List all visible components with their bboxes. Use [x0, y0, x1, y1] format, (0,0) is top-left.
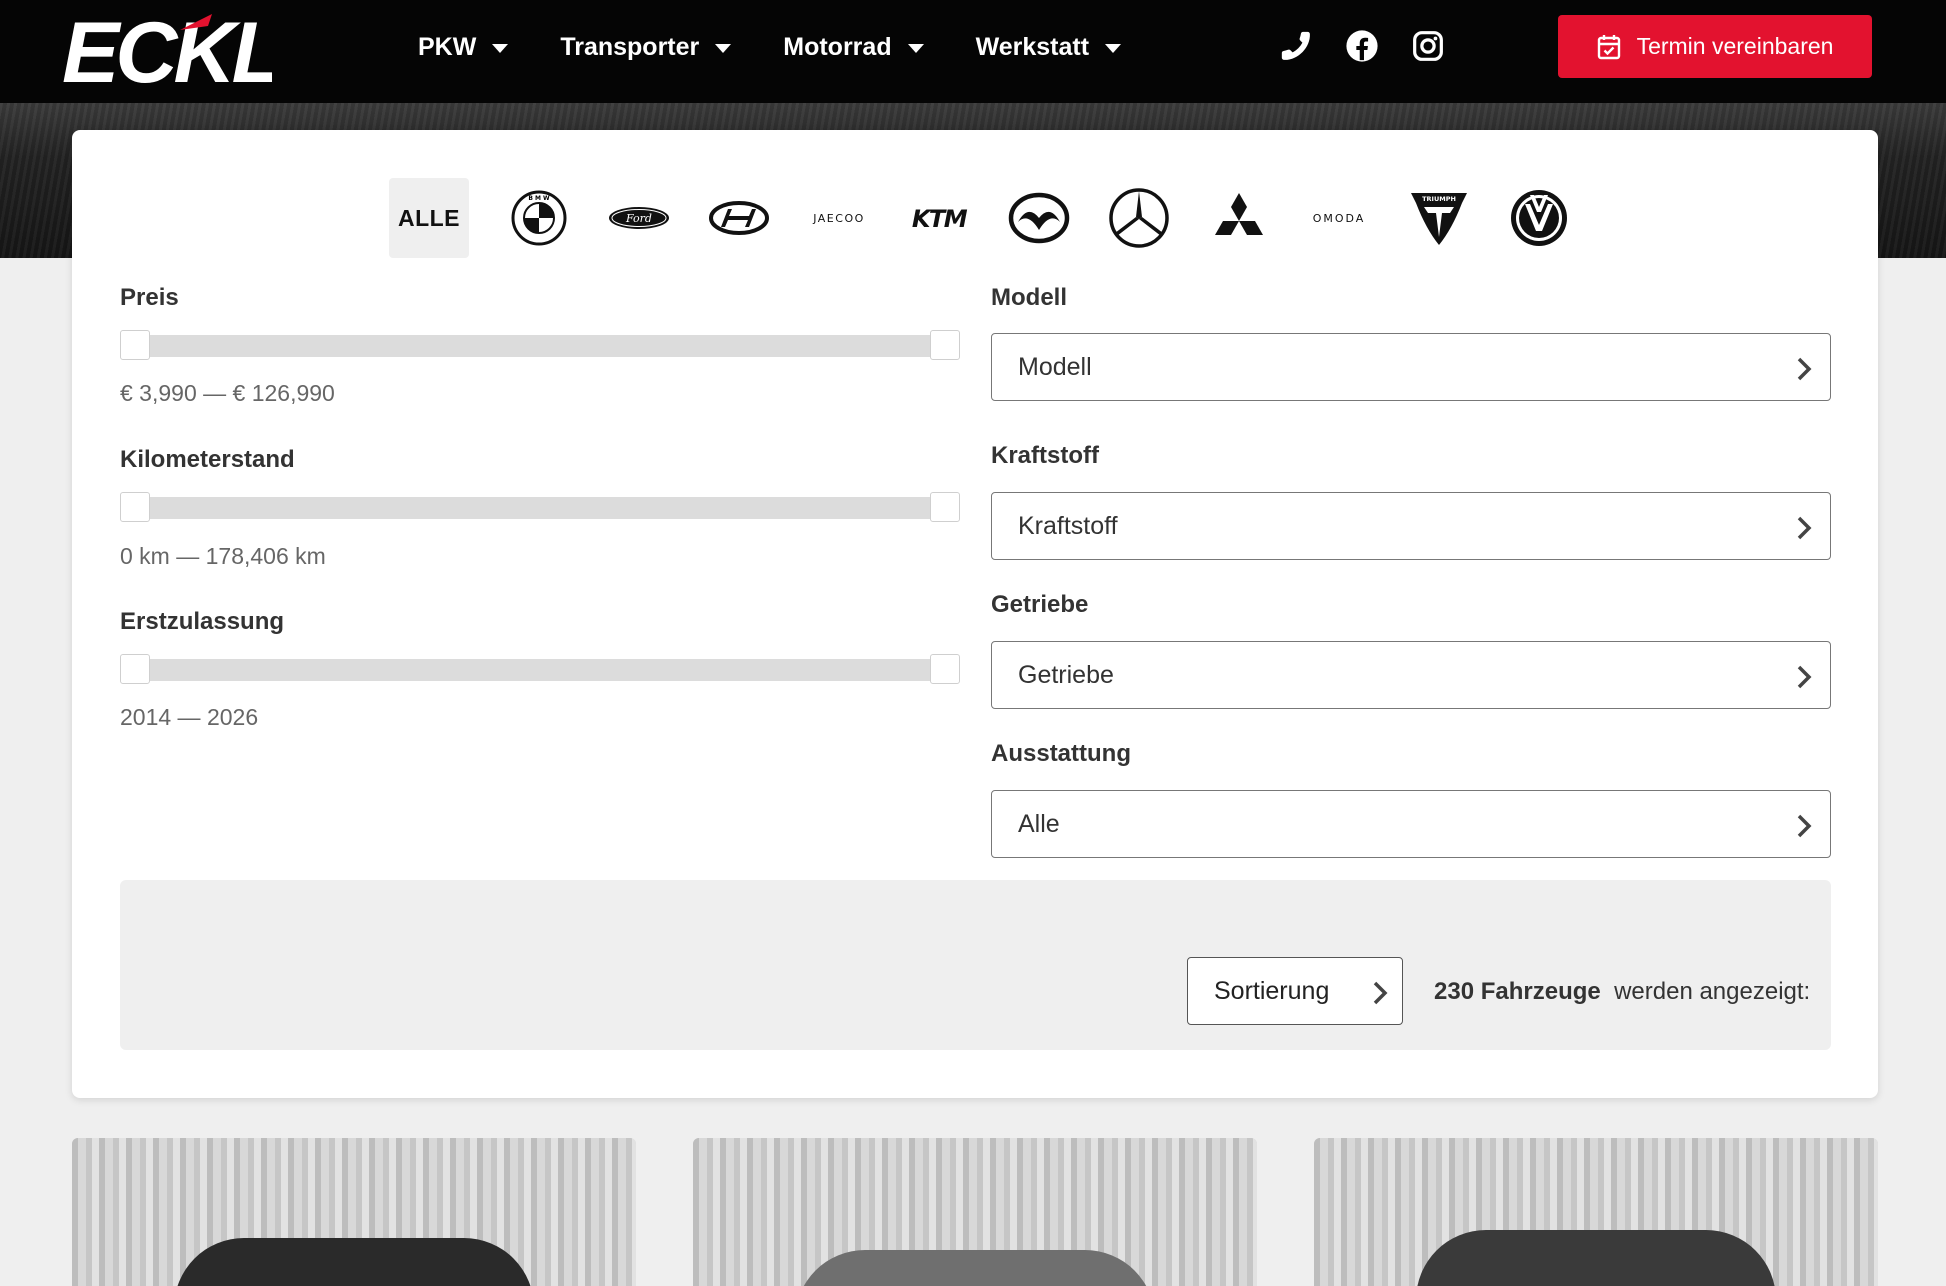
mercedes-logo[interactable]	[1089, 178, 1189, 258]
mazda-logo[interactable]	[989, 178, 1089, 258]
main-nav: PKW Transporter Motorrad Werkstatt	[418, 0, 1173, 94]
chevron-right-icon	[1797, 665, 1812, 689]
mitsubishi-logo[interactable]	[1189, 178, 1289, 258]
phone-icon[interactable]	[1276, 26, 1316, 66]
mileage-range-value: 0 km — 178,406 km	[120, 543, 326, 569]
mileage-min-handle[interactable]	[120, 492, 150, 522]
instagram-icon[interactable]	[1408, 26, 1448, 66]
registration-min-handle[interactable]	[120, 654, 150, 684]
calendar-check-icon	[1597, 34, 1620, 59]
hyundai-logo[interactable]	[689, 178, 789, 258]
nav-werkstatt[interactable]: Werkstatt	[976, 33, 1122, 62]
slider-track	[134, 659, 946, 681]
slider-track	[134, 335, 946, 357]
gearbox-select[interactable]: Getriebe	[991, 641, 1831, 709]
chevron-right-icon	[1373, 981, 1388, 1005]
sort-select[interactable]: Sortierung	[1187, 957, 1403, 1025]
registration-max-handle[interactable]	[930, 654, 960, 684]
model-select[interactable]: Modell	[991, 333, 1831, 401]
vehicle-card[interactable]	[693, 1138, 1257, 1286]
registration-filter-label: Erstzulassung	[120, 608, 285, 635]
caret-down-icon	[715, 44, 732, 53]
caret-down-icon	[1105, 44, 1122, 53]
registration-range-slider[interactable]	[120, 654, 960, 684]
vw-logo[interactable]	[1489, 178, 1589, 258]
nav-transporter[interactable]: Transporter	[560, 33, 732, 62]
ktm-logo[interactable]: KTM	[889, 178, 989, 258]
chevron-right-icon	[1797, 516, 1812, 540]
bmw-logo[interactable]: B M W	[489, 178, 589, 258]
svg-text:OMODA: OMODA	[1313, 212, 1366, 225]
registration-range-value: 2014 — 2026	[120, 704, 259, 730]
omoda-logo[interactable]: OMODA	[1289, 178, 1389, 258]
svg-text:KTM: KTM	[912, 205, 968, 231]
eckl-logo[interactable]: ECKL	[62, 8, 272, 90]
book-appointment-button[interactable]: Termin vereinbaren	[1558, 15, 1872, 78]
svg-text:ECKL: ECKL	[62, 8, 272, 90]
equipment-filter-label: Ausstattung	[991, 740, 1131, 767]
mileage-filter-label: Kilometerstand	[120, 446, 295, 473]
caret-down-icon	[907, 44, 924, 53]
chevron-right-icon	[1797, 814, 1812, 838]
results-count: 230 Fahrzeuge werden angezeigt:	[1434, 978, 1811, 1005]
nav-pkw[interactable]: PKW	[418, 33, 509, 62]
fuel-select[interactable]: Kraftstoff	[991, 492, 1831, 560]
svg-text:JAECOO: JAECOO	[812, 212, 865, 225]
results-toolbar: Sortierung 230 Fahrzeuge werden angezeig…	[120, 880, 1831, 1050]
brand-filter-bar: ALLE B M W Ford JAECOO KTM OMODA TRIUMPH	[389, 178, 1589, 258]
equipment-select[interactable]: Alle	[991, 790, 1831, 858]
facebook-icon[interactable]	[1342, 26, 1382, 66]
caret-down-icon	[492, 44, 509, 53]
slider-track	[134, 497, 946, 519]
chevron-right-icon	[1797, 357, 1812, 381]
jaecoo-logo[interactable]: JAECOO	[789, 178, 889, 258]
model-filter-label: Modell	[991, 284, 1067, 311]
vehicle-silhouette	[174, 1238, 534, 1286]
mileage-range-slider[interactable]	[120, 492, 960, 522]
price-range-slider[interactable]	[120, 330, 960, 360]
price-range-value: € 3,990 — € 126,990	[120, 380, 335, 406]
vehicle-silhouette	[795, 1250, 1155, 1286]
vehicle-silhouette	[1416, 1230, 1776, 1286]
svg-text:TRIUMPH: TRIUMPH	[1422, 195, 1456, 203]
mileage-max-handle[interactable]	[930, 492, 960, 522]
svg-text:Ford: Ford	[625, 212, 652, 225]
vehicle-card[interactable]	[72, 1138, 636, 1286]
price-filter-label: Preis	[120, 284, 179, 311]
top-navigation-bar: ECKL PKW Transporter Motorrad Werkstatt …	[0, 0, 1946, 103]
price-min-handle[interactable]	[120, 330, 150, 360]
ford-logo[interactable]: Ford	[589, 178, 689, 258]
gearbox-filter-label: Getriebe	[991, 591, 1089, 618]
vehicle-filter-panel: ALLE B M W Ford JAECOO KTM OMODA TRIUMPH…	[72, 130, 1878, 1098]
brand-filter-all[interactable]: ALLE	[389, 178, 469, 258]
fuel-filter-label: Kraftstoff	[991, 442, 1099, 469]
svg-text:B M W: B M W	[528, 195, 550, 202]
triumph-logo[interactable]: TRIUMPH	[1389, 178, 1489, 258]
price-max-handle[interactable]	[930, 330, 960, 360]
nav-motorrad[interactable]: Motorrad	[783, 33, 924, 62]
vehicle-card[interactable]	[1314, 1138, 1878, 1286]
